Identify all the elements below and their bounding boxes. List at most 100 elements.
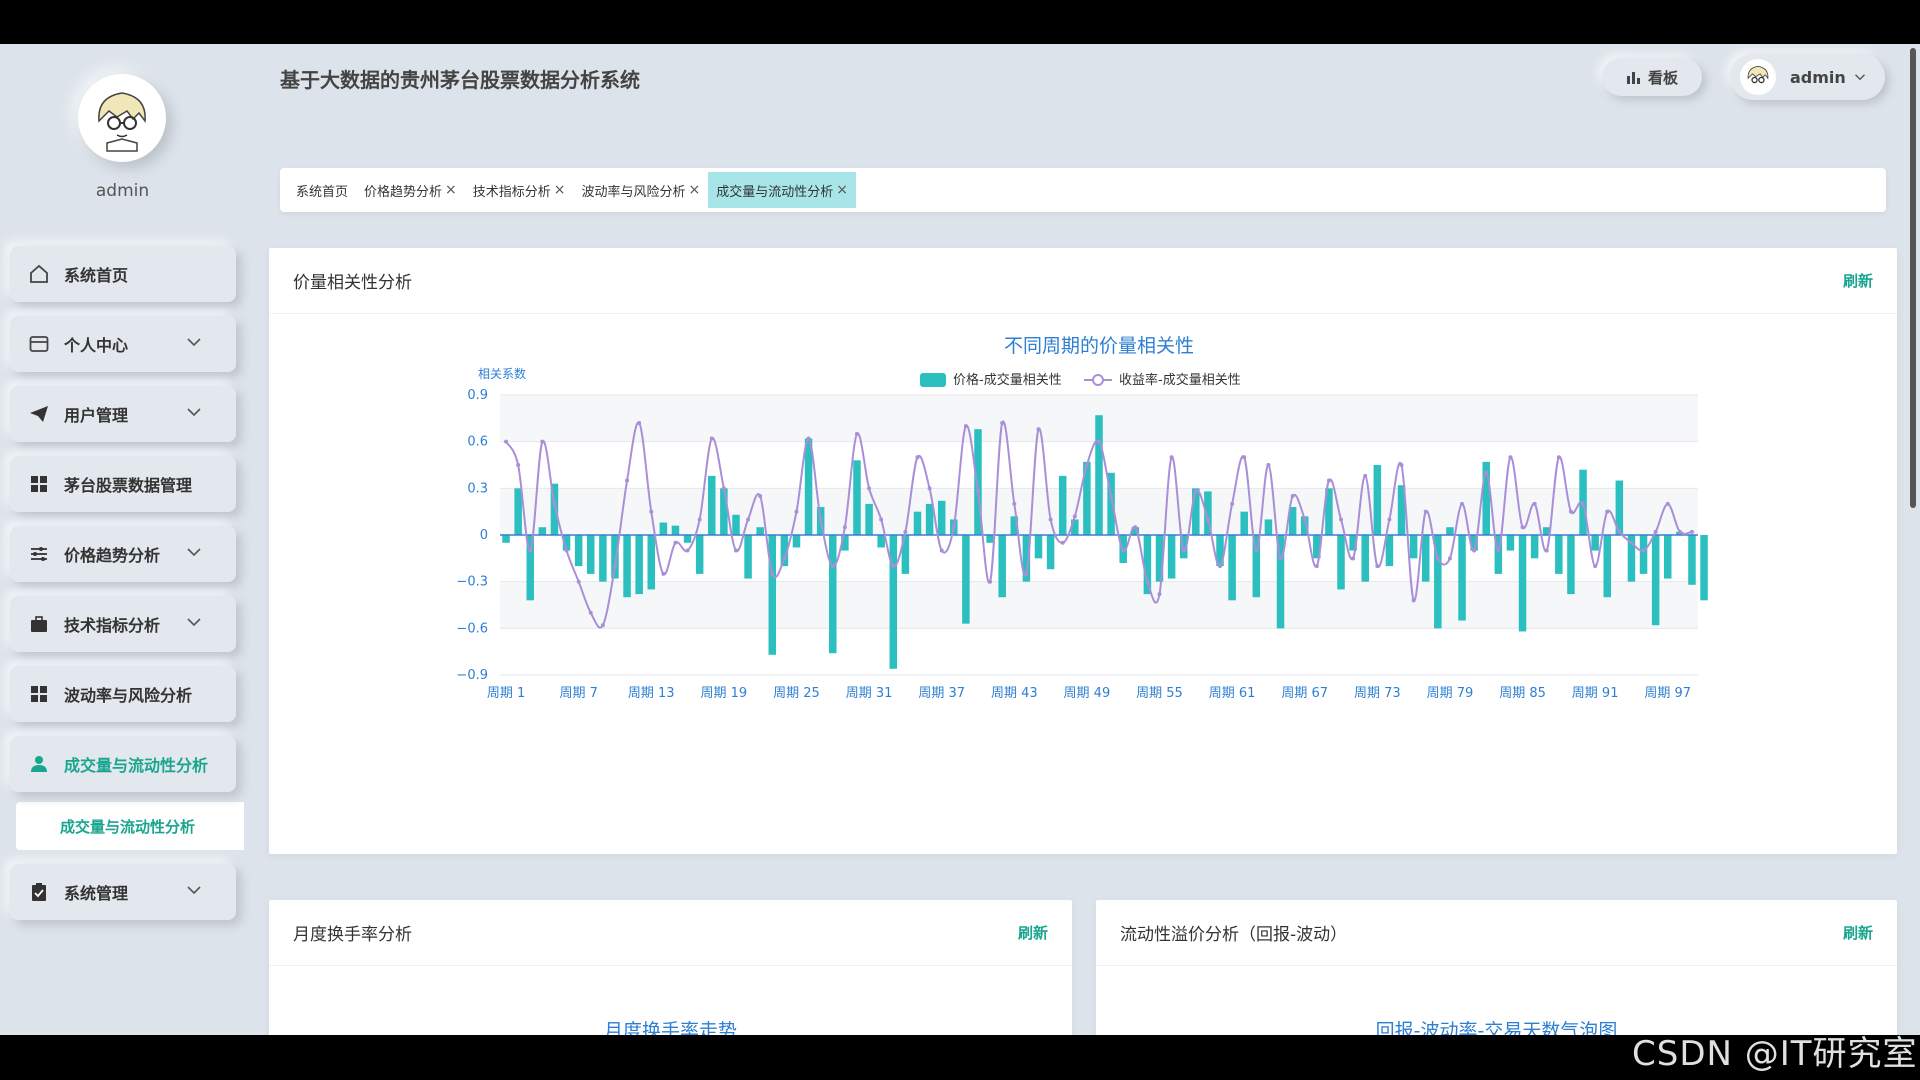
chevron-down-icon	[186, 882, 202, 902]
legend-swatch-marker	[1092, 374, 1104, 386]
line-point	[1326, 478, 1331, 483]
line-point	[1411, 598, 1416, 603]
bar	[732, 514, 740, 535]
bar	[1240, 511, 1248, 535]
line-point	[1169, 455, 1174, 460]
line-point	[661, 571, 666, 576]
refresh-button[interactable]: 刷新	[1018, 922, 1048, 943]
paper-plane-icon	[28, 403, 50, 425]
line-point	[879, 517, 884, 522]
sidebar-avatar[interactable]	[78, 74, 166, 162]
grid-icon	[28, 683, 50, 705]
line-point	[1677, 529, 1682, 534]
sidebar-item-stock-data[interactable]: 茅台股票数据管理	[10, 456, 236, 512]
submenu-item-volume-liquidity[interactable]: 成交量与流动性分析	[16, 802, 244, 850]
refresh-button[interactable]: 刷新	[1843, 922, 1873, 943]
line-point	[709, 436, 714, 441]
line-point	[891, 564, 896, 569]
bar	[1058, 475, 1067, 535]
line-point	[576, 579, 581, 584]
line-point	[1556, 455, 1561, 460]
close-icon[interactable]: ×	[689, 182, 701, 198]
close-icon[interactable]: ×	[554, 182, 566, 198]
chevron-down-icon	[186, 334, 202, 354]
line-point	[1653, 529, 1658, 534]
bar	[1192, 488, 1200, 535]
bar-chart-icon	[1626, 70, 1640, 84]
bar	[744, 535, 752, 579]
home-icon	[28, 263, 50, 285]
close-icon[interactable]: ×	[445, 182, 457, 198]
user-menu[interactable]: admin	[1730, 54, 1885, 100]
line-point	[1133, 525, 1138, 530]
line-point	[1000, 421, 1005, 425]
bar	[1264, 519, 1273, 535]
line-point	[1012, 501, 1017, 506]
x-tick-label: 周期 85	[1499, 686, 1546, 701]
line-point	[1230, 501, 1235, 506]
refresh-button[interactable]: 刷新	[1843, 270, 1873, 291]
sidebar-item-price-trend[interactable]: 价格趋势分析	[10, 526, 236, 582]
bar	[986, 535, 994, 543]
bar	[1228, 535, 1236, 601]
line-point	[782, 556, 787, 561]
line-point	[1242, 455, 1247, 460]
bar	[889, 535, 898, 669]
sidebar-item-home[interactable]: 系统首页	[10, 246, 236, 302]
line-point	[1605, 509, 1610, 514]
sidebar-item-label: 成交量与流动性分析	[64, 756, 209, 775]
line-point	[733, 548, 738, 553]
x-tick-label: 周期 79	[1427, 686, 1474, 701]
dashboard-button[interactable]: 看板	[1602, 58, 1702, 96]
chevron-down-icon	[1854, 71, 1866, 83]
line-point	[564, 548, 569, 553]
line-point	[1387, 517, 1392, 522]
tab-volatility-risk[interactable]: 波动率与风险分析 ×	[574, 172, 709, 208]
line-point	[1351, 556, 1356, 561]
bar	[913, 511, 922, 535]
tab-label: 成交量与流动性分析	[716, 184, 834, 200]
sidebar-item-system[interactable]: 系统管理	[10, 864, 236, 920]
tab-label: 波动率与风险分析	[581, 184, 686, 200]
sidebar-item-users[interactable]: 用户管理	[10, 386, 236, 442]
sidebar-item-volume-liquidity[interactable]: 成交量与流动性分析	[10, 736, 236, 792]
sidebar-item-volatility-risk[interactable]: 波动率与风险分析	[10, 666, 236, 722]
tab-tech-indicators[interactable]: 技术指标分析 ×	[465, 172, 574, 208]
close-icon[interactable]: ×	[836, 182, 848, 198]
line-point	[1266, 463, 1271, 467]
bar	[962, 535, 970, 624]
bar	[1518, 535, 1527, 632]
tab-price-trend[interactable]: 价格趋势分析 ×	[356, 172, 465, 208]
app-title: 基于大数据的贵州茅台股票数据分析系统	[280, 68, 640, 92]
line-point	[1617, 529, 1622, 534]
line-point	[1024, 571, 1029, 576]
sidebar-username: admin	[95, 181, 150, 201]
bar	[1591, 535, 1599, 551]
sidebar-item-label: 茅台股票数据管理	[64, 476, 193, 495]
y-tick-label: −0.3	[456, 575, 488, 590]
line-point	[600, 623, 605, 628]
x-tick-label: 周期 61	[1209, 686, 1256, 701]
chart-title: 月度换手率走势	[603, 1020, 737, 1035]
sidebar-item-profile[interactable]: 个人中心	[10, 316, 236, 372]
bar	[1688, 535, 1696, 585]
line-point	[963, 424, 968, 429]
line-point	[552, 501, 557, 506]
y-tick-label: 0.6	[467, 435, 488, 450]
line-point	[625, 478, 630, 483]
line-point	[988, 579, 993, 584]
line-point	[1568, 509, 1573, 514]
tab-volume-liquidity[interactable]: 成交量与流动性分析 ×	[708, 172, 857, 208]
line-point	[1472, 548, 1477, 553]
bar	[1700, 535, 1708, 601]
page-scrollbar[interactable]	[1910, 48, 1916, 508]
tab-home[interactable]: 系统首页	[288, 172, 356, 208]
bar	[683, 535, 692, 543]
line-point	[1484, 470, 1489, 475]
avatar	[1740, 59, 1776, 95]
sidebar-item-tech-indicators[interactable]: 技术指标分析	[10, 596, 236, 652]
bar	[671, 525, 680, 535]
line-point	[758, 494, 763, 499]
line-point	[746, 517, 751, 522]
line-point	[1520, 525, 1525, 530]
